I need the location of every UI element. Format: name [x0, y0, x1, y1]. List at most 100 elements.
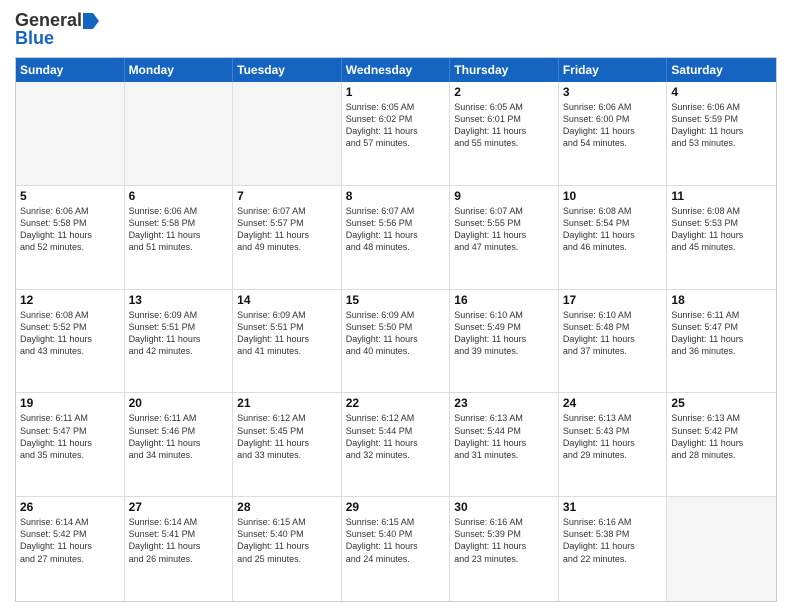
calendar-header-cell: Tuesday	[233, 58, 342, 82]
logo-icon	[83, 13, 99, 29]
calendar-header-cell: Monday	[125, 58, 234, 82]
calendar-row: 1Sunrise: 6:05 AM Sunset: 6:02 PM Daylig…	[16, 82, 776, 186]
cell-info: Sunrise: 6:13 AM Sunset: 5:42 PM Dayligh…	[671, 412, 772, 461]
day-number: 21	[237, 396, 337, 410]
cell-info: Sunrise: 6:16 AM Sunset: 5:38 PM Dayligh…	[563, 516, 663, 565]
cell-info: Sunrise: 6:09 AM Sunset: 5:51 PM Dayligh…	[237, 309, 337, 358]
cell-info: Sunrise: 6:07 AM Sunset: 5:56 PM Dayligh…	[346, 205, 446, 254]
cell-info: Sunrise: 6:05 AM Sunset: 6:01 PM Dayligh…	[454, 101, 554, 150]
cell-info: Sunrise: 6:13 AM Sunset: 5:43 PM Dayligh…	[563, 412, 663, 461]
day-number: 24	[563, 396, 663, 410]
calendar-cell: 12 Sunrise: 6:08 AM Sunset: 5:52 PM Dayli…	[16, 290, 125, 393]
day-number: 31	[563, 500, 663, 514]
cell-info: Sunrise: 6:07 AM Sunset: 5:57 PM Dayligh…	[237, 205, 337, 254]
cell-info: Sunrise: 6:09 AM Sunset: 5:51 PM Dayligh…	[129, 309, 229, 358]
cell-info: Sunrise: 6:06 AM Sunset: 5:58 PM Dayligh…	[129, 205, 229, 254]
cell-info: Sunrise: 6:05 AM Sunset: 6:02 PM Dayligh…	[346, 101, 446, 150]
day-number: 15	[346, 293, 446, 307]
calendar-cell: 14 Sunrise: 6:09 AM Sunset: 5:51 PM Dayli…	[233, 290, 342, 393]
calendar-cell: 21Sunrise: 6:12 AM Sunset: 5:45 PM Dayli…	[233, 393, 342, 496]
logo-blue: Blue	[15, 28, 54, 49]
calendar-cell: 1Sunrise: 6:05 AM Sunset: 6:02 PM Daylig…	[342, 82, 451, 185]
calendar-cell: 15 Sunrise: 6:09 AM Sunset: 5:50 PM Dayli…	[342, 290, 451, 393]
cell-info: Sunrise: 6:12 AM Sunset: 5:44 PM Dayligh…	[346, 412, 446, 461]
day-number: 26	[20, 500, 120, 514]
calendar-cell	[667, 497, 776, 601]
cell-info: Sunrise: 6:06 AM Sunset: 5:59 PM Dayligh…	[671, 101, 772, 150]
day-number: 17	[563, 293, 663, 307]
cell-info: Sunrise: 6:11 AM Sunset: 5:47 PM Dayligh…	[671, 309, 772, 358]
calendar-cell: 29 Sunrise: 6:15 AM Sunset: 5:40 PM Dayli…	[342, 497, 451, 601]
calendar-cell: 10 Sunrise: 6:08 AM Sunset: 5:54 PM Dayli…	[559, 186, 668, 289]
header: General Blue	[15, 10, 777, 49]
day-number: 8	[346, 189, 446, 203]
day-number: 19	[20, 396, 120, 410]
cell-info: Sunrise: 6:14 AM Sunset: 5:42 PM Dayligh…	[20, 516, 120, 565]
day-number: 25	[671, 396, 772, 410]
day-number: 27	[129, 500, 229, 514]
cell-info: Sunrise: 6:13 AM Sunset: 5:44 PM Dayligh…	[454, 412, 554, 461]
cell-info: Sunrise: 6:16 AM Sunset: 5:39 PM Dayligh…	[454, 516, 554, 565]
calendar: SundayMondayTuesdayWednesdayThursdayFrid…	[15, 57, 777, 602]
cell-info: Sunrise: 6:08 AM Sunset: 5:53 PM Dayligh…	[671, 205, 772, 254]
day-number: 22	[346, 396, 446, 410]
calendar-cell: 23 Sunrise: 6:13 AM Sunset: 5:44 PM Dayli…	[450, 393, 559, 496]
day-number: 18	[671, 293, 772, 307]
calendar-cell: 17Sunrise: 6:10 AM Sunset: 5:48 PM Dayli…	[559, 290, 668, 393]
calendar-row: 12 Sunrise: 6:08 AM Sunset: 5:52 PM Dayli…	[16, 290, 776, 394]
cell-info: Sunrise: 6:08 AM Sunset: 5:52 PM Dayligh…	[20, 309, 120, 358]
day-number: 20	[129, 396, 229, 410]
calendar-header-cell: Friday	[559, 58, 668, 82]
calendar-row: 19Sunrise: 6:11 AM Sunset: 5:47 PM Dayli…	[16, 393, 776, 497]
calendar-cell: 5 Sunrise: 6:06 AM Sunset: 5:58 PM Daylig…	[16, 186, 125, 289]
calendar-cell: 22 Sunrise: 6:12 AM Sunset: 5:44 PM Dayli…	[342, 393, 451, 496]
day-number: 4	[671, 85, 772, 99]
calendar-cell: 9 Sunrise: 6:07 AM Sunset: 5:55 PM Daylig…	[450, 186, 559, 289]
calendar-cell: 16Sunrise: 6:10 AM Sunset: 5:49 PM Dayli…	[450, 290, 559, 393]
calendar-cell: 25 Sunrise: 6:13 AM Sunset: 5:42 PM Dayli…	[667, 393, 776, 496]
day-number: 9	[454, 189, 554, 203]
calendar-cell: 3Sunrise: 6:06 AM Sunset: 6:00 PM Daylig…	[559, 82, 668, 185]
calendar-cell: 8 Sunrise: 6:07 AM Sunset: 5:56 PM Daylig…	[342, 186, 451, 289]
calendar-header-cell: Wednesday	[342, 58, 451, 82]
calendar-cell: 30 Sunrise: 6:16 AM Sunset: 5:39 PM Dayli…	[450, 497, 559, 601]
calendar-cell: 4 Sunrise: 6:06 AM Sunset: 5:59 PM Daylig…	[667, 82, 776, 185]
cell-info: Sunrise: 6:07 AM Sunset: 5:55 PM Dayligh…	[454, 205, 554, 254]
cell-info: Sunrise: 6:09 AM Sunset: 5:50 PM Dayligh…	[346, 309, 446, 358]
calendar-cell	[233, 82, 342, 185]
day-number: 14	[237, 293, 337, 307]
day-number: 12	[20, 293, 120, 307]
calendar-cell	[16, 82, 125, 185]
logo: General Blue	[15, 10, 99, 49]
day-number: 11	[671, 189, 772, 203]
calendar-cell: 27 Sunrise: 6:14 AM Sunset: 5:41 PM Dayli…	[125, 497, 234, 601]
calendar-header-cell: Saturday	[667, 58, 776, 82]
day-number: 30	[454, 500, 554, 514]
day-number: 29	[346, 500, 446, 514]
calendar-cell: 31 Sunrise: 6:16 AM Sunset: 5:38 PM Dayli…	[559, 497, 668, 601]
day-number: 23	[454, 396, 554, 410]
cell-info: Sunrise: 6:08 AM Sunset: 5:54 PM Dayligh…	[563, 205, 663, 254]
day-number: 6	[129, 189, 229, 203]
calendar-cell: 18 Sunrise: 6:11 AM Sunset: 5:47 PM Dayli…	[667, 290, 776, 393]
day-number: 2	[454, 85, 554, 99]
cell-info: Sunrise: 6:15 AM Sunset: 5:40 PM Dayligh…	[346, 516, 446, 565]
cell-info: Sunrise: 6:06 AM Sunset: 5:58 PM Dayligh…	[20, 205, 120, 254]
day-number: 5	[20, 189, 120, 203]
calendar-cell: 26 Sunrise: 6:14 AM Sunset: 5:42 PM Dayli…	[16, 497, 125, 601]
calendar-cell: 28Sunrise: 6:15 AM Sunset: 5:40 PM Dayli…	[233, 497, 342, 601]
cell-info: Sunrise: 6:11 AM Sunset: 5:46 PM Dayligh…	[129, 412, 229, 461]
calendar-cell: 6 Sunrise: 6:06 AM Sunset: 5:58 PM Daylig…	[125, 186, 234, 289]
page: General Blue SundayMondayTuesdayWednesda…	[0, 0, 792, 612]
day-number: 16	[454, 293, 554, 307]
calendar-header: SundayMondayTuesdayWednesdayThursdayFrid…	[16, 58, 776, 82]
cell-info: Sunrise: 6:06 AM Sunset: 6:00 PM Dayligh…	[563, 101, 663, 150]
cell-info: Sunrise: 6:15 AM Sunset: 5:40 PM Dayligh…	[237, 516, 337, 565]
calendar-row: 5 Sunrise: 6:06 AM Sunset: 5:58 PM Daylig…	[16, 186, 776, 290]
day-number: 10	[563, 189, 663, 203]
day-number: 7	[237, 189, 337, 203]
calendar-cell	[125, 82, 234, 185]
calendar-header-cell: Thursday	[450, 58, 559, 82]
cell-info: Sunrise: 6:14 AM Sunset: 5:41 PM Dayligh…	[129, 516, 229, 565]
calendar-header-cell: Sunday	[16, 58, 125, 82]
